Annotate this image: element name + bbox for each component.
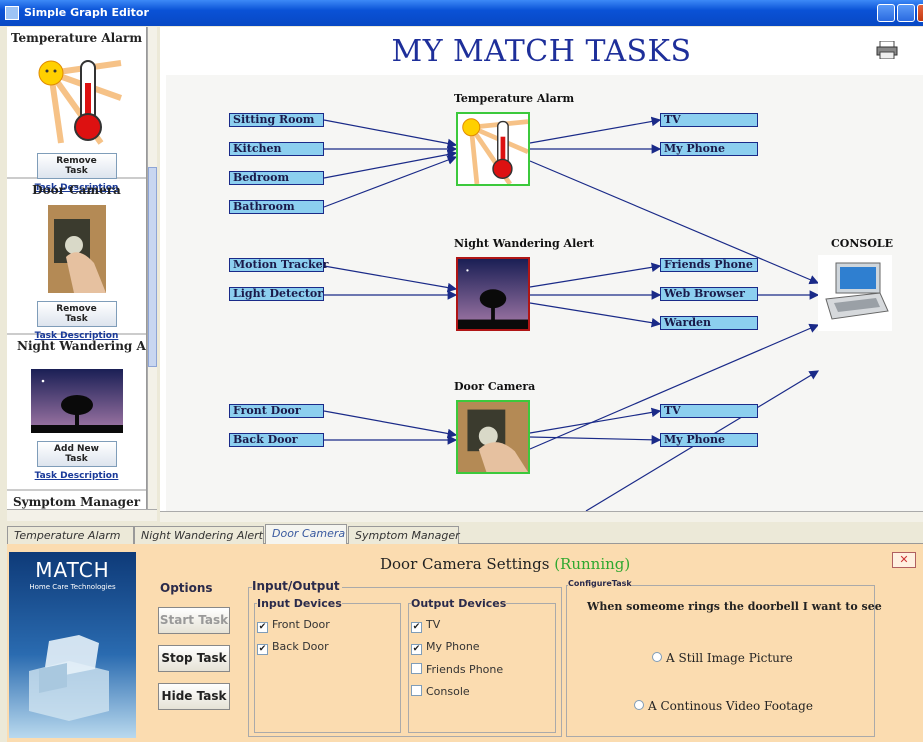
door-camera-image[interactable] <box>456 400 530 474</box>
thermometer-icon[interactable] <box>456 112 530 186</box>
close-settings-button[interactable]: ✕ <box>892 552 916 568</box>
add-new-task-button[interactable]: Add New Task <box>36 441 117 467</box>
start-task-button[interactable]: Start Task <box>158 607 230 634</box>
tab-door-camera[interactable]: Door Camera <box>265 524 347 544</box>
checkbox-checked-icon[interactable]: ✔ <box>257 644 268 655</box>
scrollbar-thumb[interactable] <box>148 167 157 367</box>
checkbox-label: Friends Phone <box>426 663 504 676</box>
sidebar-task-temperature: Temperature Alarm Remove Task Task Descr… <box>7 27 146 193</box>
printer-icon[interactable] <box>876 41 898 59</box>
checkbox-label: TV <box>426 618 441 631</box>
logo-name: MATCH <box>35 558 110 582</box>
options-label: Options <box>160 581 213 595</box>
match-logo: MATCH Home Care Technologies <box>9 552 136 738</box>
sidebar-task-door-camera: Door Camera Remove Task Task Description <box>7 179 146 341</box>
task-label-door-camera: Door Camera <box>454 380 536 393</box>
stop-task-button[interactable]: Stop Task <box>158 645 230 672</box>
sidebar-task-night-wandering: Night Wandering Alert Add New Task Task … <box>7 335 146 491</box>
radio-label: A Continous Video Footage <box>648 699 813 713</box>
output-node[interactable]: Friends Phone <box>660 258 758 272</box>
checkbox-label: Front Door <box>272 618 330 631</box>
tab-temperature-alarm[interactable]: Temperature Alarm <box>7 526 134 544</box>
laptop-icon[interactable] <box>818 255 892 331</box>
checkbox-tv[interactable]: ✔ TV <box>411 618 440 633</box>
sidebar-horizontal-scrollbar[interactable] <box>7 509 157 521</box>
input-devices-label: Input Devices <box>257 597 342 610</box>
output-node[interactable]: My Phone <box>660 433 758 447</box>
output-node[interactable]: TV <box>660 404 758 418</box>
night-sky-image[interactable] <box>456 257 530 331</box>
input-output-label: Input/Output <box>252 579 342 593</box>
input-node[interactable]: Kitchen <box>229 142 324 156</box>
output-node[interactable]: Warden <box>660 316 758 330</box>
canvas-horizontal-scrollbar[interactable] <box>160 511 923 522</box>
checkbox-back-door[interactable]: ✔ Back Door <box>257 640 329 655</box>
logo-tagline: Home Care Technologies <box>29 583 116 591</box>
running-status: (Running) <box>554 555 631 573</box>
radio-unselected-icon[interactable] <box>652 652 662 662</box>
checkbox-my-phone[interactable]: ✔ My Phone <box>411 640 480 655</box>
task-label-console: CONSOLE <box>831 237 894 250</box>
thermometer-icon <box>30 53 123 145</box>
graph-canvas[interactable]: Temperature Alarm Sitting Room Kitchen B… <box>166 75 923 511</box>
sidebar-task-title: Temperature Alarm <box>10 31 143 45</box>
task-label-night-wandering: Night Wandering Alert <box>454 237 595 250</box>
input-node[interactable]: Back Door <box>229 433 324 447</box>
sidebar-task-title: Night Wandering Alert <box>17 339 146 353</box>
radio-still-image[interactable]: A Still Image Picture <box>652 651 793 665</box>
remove-task-button[interactable]: Remove Task <box>36 301 117 327</box>
task-description-link[interactable]: Task Description <box>7 471 146 481</box>
task-label-temperature: Temperature Alarm <box>454 92 575 105</box>
input-node[interactable]: Sitting Room <box>229 113 324 127</box>
radio-unselected-icon[interactable] <box>634 700 644 710</box>
remove-task-button[interactable]: Remove Task <box>36 153 117 179</box>
checkbox-checked-icon[interactable]: ✔ <box>257 622 268 633</box>
input-node[interactable]: Bathroom <box>229 200 324 214</box>
task-tabs: Temperature Alarm Night Wandering Alert … <box>7 524 923 544</box>
hide-task-button[interactable]: Hide Task <box>158 683 230 710</box>
window-titlebar: Simple Graph Editor <box>0 0 923 26</box>
sidebar-task-title: Door Camera <box>32 183 121 197</box>
close-window-button[interactable] <box>917 4 923 22</box>
graph-canvas-area: MY MATCH TASKS Temperature Alarm Sitting… <box>160 27 923 511</box>
page-title: MY MATCH TASKS <box>391 34 692 69</box>
task-sidebar: Temperature Alarm Remove Task Task Descr… <box>7 27 147 509</box>
checkbox-label: My Phone <box>426 640 480 653</box>
checkbox-checked-icon[interactable]: ✔ <box>411 622 422 633</box>
door-camera-image <box>47 205 106 293</box>
night-sky-image <box>30 369 123 433</box>
input-node[interactable]: Front Door <box>229 404 324 418</box>
output-node[interactable]: My Phone <box>660 142 758 156</box>
sidebar-vertical-scrollbar[interactable] <box>147 27 157 509</box>
output-devices-label: Output Devices <box>411 597 507 610</box>
minimize-button[interactable] <box>877 4 895 22</box>
radio-video-footage[interactable]: A Continous Video Footage <box>634 699 813 713</box>
configure-task-label: ConfigureTask <box>568 579 632 588</box>
output-node[interactable]: Web Browser <box>660 287 758 301</box>
maximize-button[interactable] <box>897 4 915 22</box>
sidebar-task-title: Symptom Manager <box>12 495 141 509</box>
checkbox-label: Back Door <box>272 640 329 653</box>
radio-label: A Still Image Picture <box>666 651 793 665</box>
sidebar-task-symptom-manager: Symptom Manager <box>7 491 146 509</box>
window-title: Simple Graph Editor <box>24 6 149 19</box>
checkbox-friends-phone[interactable]: Friends Phone <box>411 663 503 676</box>
checkbox-checked-icon[interactable]: ✔ <box>411 644 422 655</box>
puzzle-image <box>29 635 109 721</box>
settings-title: Door Camera Settings (Running) <box>380 555 630 573</box>
output-node[interactable]: TV <box>660 113 758 127</box>
checkbox-console[interactable]: Console <box>411 685 470 698</box>
app-icon <box>5 6 19 20</box>
input-node[interactable]: Light Detector <box>229 287 324 301</box>
configure-task-prompt: When someome rings the doorbell I want t… <box>587 600 882 613</box>
checkbox-front-door[interactable]: ✔ Front Door <box>257 618 330 633</box>
input-node[interactable]: Motion Tracker <box>229 258 328 272</box>
input-node[interactable]: Bedroom <box>229 171 324 185</box>
tab-symptom-manager[interactable]: Symptom Manager <box>348 526 460 544</box>
settings-title-text: Door Camera Settings <box>380 555 550 573</box>
checkbox-unchecked-icon[interactable] <box>411 663 422 674</box>
checkbox-label: Console <box>426 685 470 698</box>
checkbox-unchecked-icon[interactable] <box>411 685 422 696</box>
tab-night-wandering-alert[interactable]: Night Wandering Alert <box>134 526 264 544</box>
